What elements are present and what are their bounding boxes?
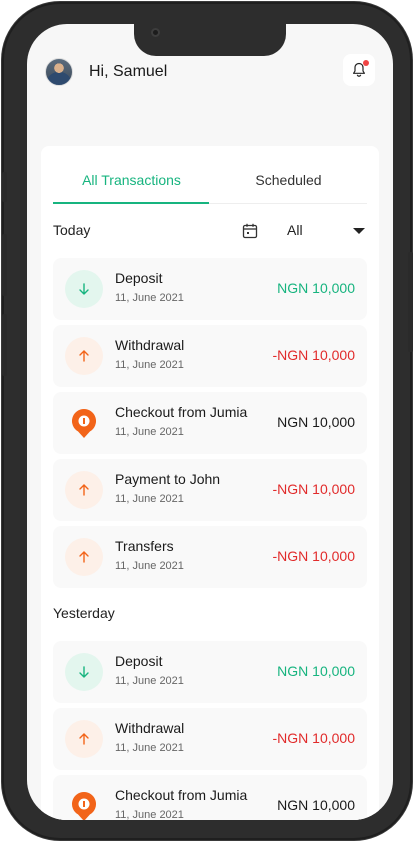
chevron-down-icon[interactable] (353, 228, 365, 234)
transaction-date: 11, June 2021 (115, 809, 184, 820)
arrow-down-icon (65, 270, 103, 308)
transaction-title: Transfers (115, 538, 174, 554)
calendar-icon[interactable] (241, 222, 259, 240)
transaction-title: Deposit (115, 270, 163, 286)
phone-frame: Hi, Samuel All Transactions Scheduled To… (2, 2, 413, 840)
tab-scheduled[interactable]: Scheduled (210, 164, 367, 204)
volume-up-button (2, 234, 7, 296)
header: Hi, Samuel (45, 54, 375, 90)
transaction-date: 11, June 2021 (115, 675, 184, 687)
transaction-date: 11, June 2021 (115, 493, 184, 505)
mute-switch (2, 172, 7, 202)
notifications-button[interactable] (343, 54, 375, 86)
transaction-amount: -NGN 10,000 (272, 481, 355, 497)
transaction-date: 11, June 2021 (115, 742, 184, 754)
arrow-up-icon (65, 471, 103, 509)
transaction-date: 11, June 2021 (115, 359, 184, 371)
type-filter-select[interactable]: All (287, 222, 303, 238)
tab-active-indicator (53, 202, 209, 204)
arrow-up-icon (65, 720, 103, 758)
transaction-amount: NGN 10,000 (277, 663, 355, 679)
transaction-title: Withdrawal (115, 720, 185, 736)
transaction-row[interactable]: Transfers 11, June 2021 -NGN 10,000 (53, 526, 367, 588)
transaction-title: Checkout from Jumia (115, 787, 248, 803)
jumia-logo-icon (65, 404, 103, 442)
transaction-date: 11, June 2021 (115, 292, 184, 304)
transaction-row[interactable]: Checkout from Jumia 11, June 2021 NGN 10,0… (53, 775, 367, 820)
transaction-date: 11, June 2021 (115, 426, 184, 438)
transaction-date: 11, June 2021 (115, 560, 184, 572)
notification-dot (363, 60, 369, 66)
jumia-logo-icon (65, 787, 103, 820)
transaction-amount: -NGN 10,000 (272, 347, 355, 363)
transaction-row[interactable]: Withdrawal 11, June 2021 -NGN 10,000 (53, 708, 367, 770)
transaction-row[interactable]: Deposit 11, June 2021 NGN 10,000 (53, 641, 367, 703)
transaction-row[interactable]: Withdrawal 11, June 2021 -NGN 10,000 (53, 325, 367, 387)
arrow-up-icon (65, 337, 103, 375)
avatar[interactable] (45, 58, 73, 86)
arrow-up-icon (65, 538, 103, 576)
screen: Hi, Samuel All Transactions Scheduled To… (27, 24, 393, 820)
greeting: Hi, Samuel (89, 63, 168, 80)
transaction-row[interactable]: Payment to John 11, June 2021 -NGN 10,000 (53, 459, 367, 521)
arrow-down-icon (65, 653, 103, 691)
transaction-amount: NGN 10,000 (277, 797, 355, 813)
transaction-amount: -NGN 10,000 (272, 730, 355, 746)
filter-row: Today All (53, 220, 367, 244)
tab-bar: All Transactions Scheduled (53, 164, 367, 204)
transaction-title: Deposit (115, 653, 163, 669)
transaction-row[interactable]: Deposit 11, June 2021 NGN 10,000 (53, 258, 367, 320)
power-button (408, 252, 413, 352)
notch (134, 24, 286, 56)
transaction-amount: -NGN 10,000 (272, 548, 355, 564)
transaction-title: Checkout from Jumia (115, 404, 248, 420)
transactions-card: All Transactions Scheduled Today All Dep… (41, 146, 379, 820)
section-label-today: Today (53, 222, 91, 238)
transaction-title: Withdrawal (115, 337, 185, 353)
transaction-title: Payment to John (115, 471, 221, 487)
volume-down-button (2, 314, 7, 376)
transaction-row[interactable]: Checkout from Jumia 11, June 2021 NGN 10,0… (53, 392, 367, 454)
tab-all-transactions[interactable]: All Transactions (53, 164, 210, 204)
section-label-yesterday: Yesterday (53, 605, 115, 621)
transaction-amount: NGN 10,000 (277, 414, 355, 430)
front-camera (151, 28, 160, 37)
transaction-amount: NGN 10,000 (277, 280, 355, 296)
